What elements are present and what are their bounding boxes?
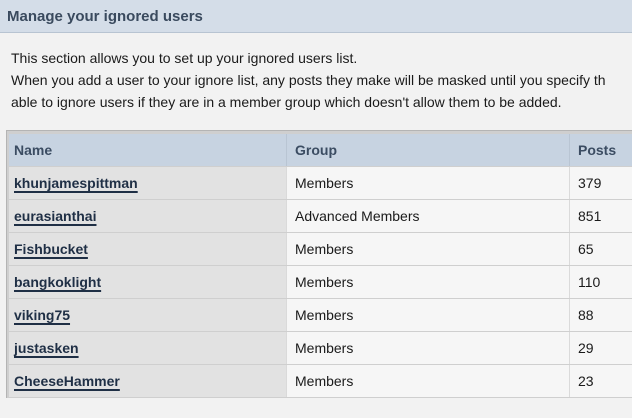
posts-cell: 851 (569, 200, 632, 232)
table-row: khunjamespittman Members 379 (9, 167, 632, 199)
section-header: Manage your ignored users (0, 0, 632, 33)
posts-cell: 65 (569, 233, 632, 265)
description-line: This section allows you to set up your i… (11, 50, 358, 66)
group-cell: Members (286, 365, 569, 397)
page-title: Manage your ignored users (7, 8, 203, 25)
group-cell: Advanced Members (286, 200, 569, 232)
column-header-posts: Posts (569, 134, 632, 166)
group-cell: Members (286, 167, 569, 199)
name-cell: viking75 (9, 299, 286, 331)
group-cell: Members (286, 233, 569, 265)
table-header-row: Name Group Posts (9, 134, 632, 166)
user-link[interactable]: eurasianthai (14, 208, 96, 224)
table-row: justasken Members 29 (9, 332, 632, 364)
table-row: eurasianthai Advanced Members 851 (9, 200, 632, 232)
ignored-users-table-container: Name Group Posts khunjamespittman Member… (6, 130, 632, 398)
user-link[interactable]: khunjamespittman (14, 175, 138, 191)
column-header-group: Group (286, 134, 569, 166)
user-link[interactable]: Fishbucket (14, 241, 88, 257)
ignored-users-table: Name Group Posts khunjamespittman Member… (9, 133, 632, 398)
name-cell: CheeseHammer (9, 365, 286, 397)
posts-cell: 110 (569, 266, 632, 298)
column-header-name: Name (9, 134, 286, 166)
section-description: This section allows you to set up your i… (11, 47, 632, 113)
group-cell: Members (286, 332, 569, 364)
user-link[interactable]: viking75 (14, 307, 70, 323)
description-line: When you add a user to your ignore list,… (11, 72, 606, 88)
table-row: bangkoklight Members 110 (9, 266, 632, 298)
posts-cell: 29 (569, 332, 632, 364)
group-cell: Members (286, 299, 569, 331)
posts-cell: 379 (569, 167, 632, 199)
posts-cell: 88 (569, 299, 632, 331)
table-row: viking75 Members 88 (9, 299, 632, 331)
name-cell: Fishbucket (9, 233, 286, 265)
name-cell: eurasianthai (9, 200, 286, 232)
table-row: CheeseHammer Members 23 (9, 365, 632, 397)
name-cell: khunjamespittman (9, 167, 286, 199)
user-link[interactable]: justasken (14, 340, 79, 356)
user-link[interactable]: CheeseHammer (14, 373, 120, 389)
posts-cell: 23 (569, 365, 632, 397)
table-row: Fishbucket Members 65 (9, 233, 632, 265)
user-link[interactable]: bangkoklight (14, 274, 101, 290)
name-cell: bangkoklight (9, 266, 286, 298)
group-cell: Members (286, 266, 569, 298)
name-cell: justasken (9, 332, 286, 364)
description-line: able to ignore users if they are in a me… (11, 94, 562, 110)
